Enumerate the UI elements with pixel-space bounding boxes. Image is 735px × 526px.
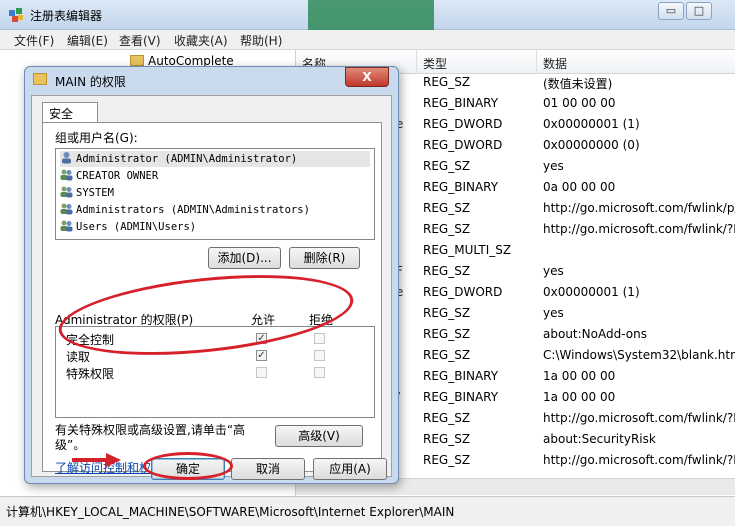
- column-type[interactable]: 类型: [423, 55, 447, 72]
- value-data: yes: [543, 264, 564, 278]
- permission-deny-checkbox[interactable]: [314, 333, 325, 344]
- user-list-item[interactable]: Administrators (ADMIN\Administrators): [60, 202, 310, 218]
- value-data: 1a 00 00 00: [543, 369, 616, 383]
- value-type: REG_SZ: [423, 327, 471, 341]
- permission-name: 读取: [66, 350, 91, 364]
- user-name: SYSTEM: [76, 187, 114, 199]
- column-data[interactable]: 数据: [543, 55, 567, 72]
- value-type: REG_DWORD: [423, 285, 503, 299]
- tab-security[interactable]: 安全: [42, 102, 98, 123]
- menu-edit[interactable]: 编辑(E): [67, 32, 108, 49]
- value-type: REG_SZ: [423, 222, 471, 236]
- folder-icon: [130, 55, 144, 66]
- value-type: REG_SZ: [423, 159, 471, 173]
- apply-button[interactable]: 应用(A): [313, 458, 387, 480]
- value-data: 0a 00 00 00: [543, 180, 616, 194]
- status-bar: 计算机\HKEY_LOCAL_MACHINE\SOFTWARE\Microsof…: [0, 496, 735, 526]
- value-data: about:NoAdd-ons: [543, 327, 647, 341]
- value-data: (数值未设置): [543, 77, 613, 91]
- menu-view[interactable]: 查看(V): [119, 32, 161, 49]
- user-group-icon: [60, 186, 73, 198]
- value-type: REG_BINARY: [423, 390, 499, 404]
- user-name: Administrator (ADMIN\Administrator): [76, 153, 298, 165]
- cancel-button[interactable]: 取消: [231, 458, 305, 480]
- value-data: 0x00000001 (1): [543, 117, 640, 131]
- user-name: Users (ADMIN\Users): [76, 221, 197, 233]
- annotation-oval-ok: [143, 452, 233, 480]
- value-data: http://go.microsoft.com/fwlink/?L: [543, 222, 735, 236]
- user-group-icon: [60, 169, 73, 181]
- permission-deny-checkbox[interactable]: [314, 350, 325, 361]
- value-type: REG_BINARY: [423, 369, 499, 383]
- value-data: 01 00 00 00: [543, 96, 616, 110]
- permission-name: 特殊权限: [66, 367, 115, 381]
- user-list-item[interactable]: Administrator (ADMIN\Administrator): [60, 151, 370, 167]
- value-data: http://go.microsoft.com/fwlink/?L: [543, 453, 735, 467]
- add-button[interactable]: 添加(D)...: [208, 247, 281, 269]
- user-icon: [62, 152, 71, 164]
- menu-favorites[interactable]: 收藏夹(A): [174, 32, 228, 49]
- minimize-button[interactable]: ▭: [658, 2, 684, 20]
- value-type: REG_SZ: [423, 453, 471, 467]
- menu-bar: 文件(F) 编辑(E) 查看(V) 收藏夹(A) 帮助(H): [0, 30, 735, 50]
- group-users-label: 组或用户名(G):: [55, 131, 138, 145]
- value-data: http://go.microsoft.com/fwlink/?L: [543, 411, 735, 425]
- value-data: about:SecurityRisk: [543, 432, 656, 446]
- advanced-hint: 有关特殊权限或高级设置,请单击“高级”。: [55, 423, 246, 452]
- user-group-icon: [60, 220, 73, 232]
- permission-allow-checkbox[interactable]: ✓: [256, 350, 267, 361]
- value-type: REG_DWORD: [423, 117, 503, 131]
- value-type: REG_SZ: [423, 432, 471, 446]
- value-type: REG_BINARY: [423, 180, 499, 194]
- dialog-title: MAIN 的权限: [55, 75, 126, 89]
- menu-help[interactable]: 帮助(H): [240, 32, 282, 49]
- permission-allow-checkbox[interactable]: [256, 367, 267, 378]
- advanced-button[interactable]: 高级(V): [275, 425, 363, 447]
- user-list-item[interactable]: SYSTEM: [60, 185, 114, 201]
- value-type: REG_SZ: [423, 306, 471, 320]
- value-data: 0x00000000 (0): [543, 138, 640, 152]
- value-data: 1a 00 00 00: [543, 390, 616, 404]
- user-name: Administrators (ADMIN\Administrators): [76, 204, 310, 216]
- value-type: REG_DWORD: [423, 138, 503, 152]
- value-type: REG_SZ: [423, 348, 471, 362]
- value-data: http://go.microsoft.com/fwlink/p/: [543, 201, 735, 215]
- user-list-item[interactable]: Users (ADMIN\Users): [60, 219, 196, 235]
- maximize-button[interactable]: □: [686, 2, 712, 20]
- close-button[interactable]: X: [345, 67, 389, 87]
- value-type: REG_MULTI_SZ: [423, 243, 512, 257]
- folder-icon: [33, 73, 47, 85]
- permission-deny-checkbox[interactable]: [314, 367, 325, 378]
- value-data: yes: [543, 159, 564, 173]
- group-user-list[interactable]: Administrator (ADMIN\Administrator) CREAT…: [55, 148, 375, 240]
- value-data: 0x00000001 (1): [543, 285, 640, 299]
- user-name: CREATOR OWNER: [76, 170, 159, 182]
- status-path: 计算机\HKEY_LOCAL_MACHINE\SOFTWARE\Microsof…: [6, 505, 455, 519]
- menu-file[interactable]: 文件(F): [14, 32, 54, 49]
- user-list-item[interactable]: CREATOR OWNER: [60, 168, 158, 184]
- title-bar: 注册表编辑器 ▭ □: [0, 0, 735, 38]
- value-type: REG_SZ: [423, 411, 471, 425]
- value-data: C:\Windows\System32\blank.htm: [543, 348, 735, 362]
- annotation-arrow-icon: [72, 453, 121, 467]
- remove-button[interactable]: 删除(R): [289, 247, 360, 269]
- value-type: REG_SZ: [423, 75, 471, 89]
- value-data: yes: [543, 306, 564, 320]
- value-type: REG_SZ: [423, 201, 471, 215]
- permissions-dialog: MAIN 的权限 X 安全 组或用户名(G): Administrator (A…: [24, 66, 399, 484]
- value-type: REG_BINARY: [423, 96, 499, 110]
- regedit-icon: [9, 8, 23, 22]
- user-group-icon: [60, 203, 73, 215]
- value-type: REG_SZ: [423, 264, 471, 278]
- app-title: 注册表编辑器: [30, 9, 103, 23]
